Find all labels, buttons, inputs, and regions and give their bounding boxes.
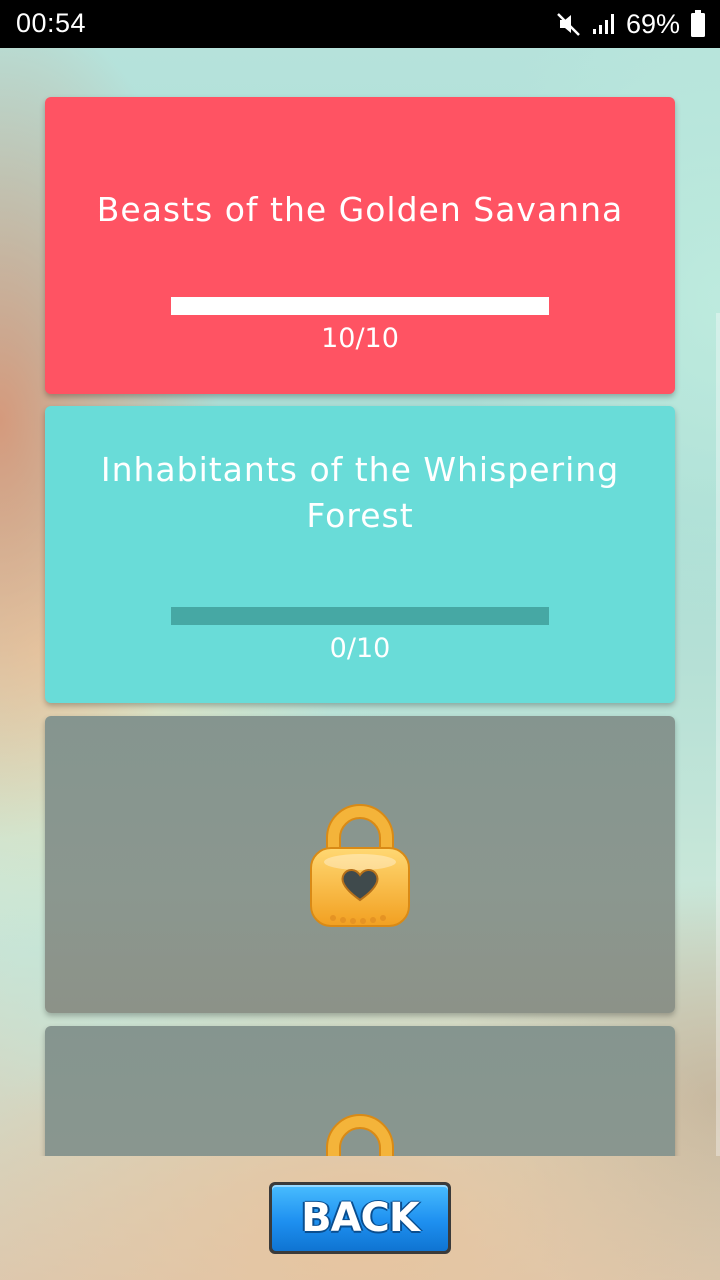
status-time: 00:54: [16, 8, 87, 38]
category-card-savanna[interactable]: Beasts of the Golden Savanna 10/10: [45, 97, 675, 394]
progress-bar: [171, 297, 549, 315]
mute-icon: [557, 13, 580, 36]
battery-percent: 69%: [625, 8, 680, 39]
category-list[interactable]: Beasts of the Golden Savanna 10/10 Inhab…: [0, 48, 720, 1156]
back-button[interactable]: BACK: [269, 1182, 451, 1254]
category-card-forest[interactable]: Inhabitants of the Whispering Forest 0/1…: [45, 406, 675, 703]
progress-bar-fill: [171, 297, 549, 315]
category-title: Inhabitants of the Whispering Forest: [100, 450, 620, 535]
progress-text: 0/10: [329, 633, 391, 664]
battery-icon: [691, 10, 705, 37]
progress-bar: [171, 607, 549, 625]
category-card-locked[interactable]: [45, 716, 675, 1013]
padlock-heart-icon: [326, 1114, 394, 1156]
status-bar: 00:54 69%: [0, 0, 720, 48]
signal-icon: [592, 14, 614, 34]
progress-text: 10/10: [321, 323, 399, 354]
scrollbar[interactable]: [716, 313, 720, 1156]
status-icons: 69%: [556, 8, 706, 40]
back-button-face[interactable]: BACK: [272, 1185, 448, 1251]
category-title: Beasts of the Golden Savanna: [96, 190, 624, 229]
padlock-heart-icon: [310, 804, 410, 927]
category-card-locked[interactable]: [45, 1026, 675, 1156]
back-button-label: BACK: [301, 1195, 420, 1241]
